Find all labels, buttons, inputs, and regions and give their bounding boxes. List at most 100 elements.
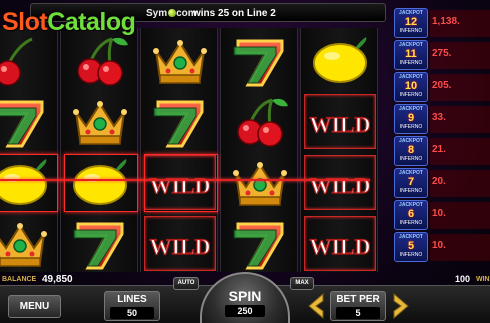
jackpot-number: 6 xyxy=(407,208,415,220)
jackpot-number: 5 xyxy=(407,240,415,252)
jackpot-brand: INFERNO xyxy=(399,156,423,162)
jackpot-brand: INFERNO xyxy=(399,188,423,194)
total-bet-value: 250 xyxy=(225,305,265,317)
jackpot-row: JACKPOT 5 INFERNO 10. xyxy=(392,232,490,263)
jackpot-number: 8 xyxy=(407,144,415,156)
seven-icon xyxy=(233,222,284,269)
cherries-symbol xyxy=(61,30,139,91)
crown-icon xyxy=(153,39,207,84)
reel-5: WILD WILD WILD xyxy=(300,28,378,272)
wild-frame xyxy=(144,216,216,271)
crown-symbol xyxy=(221,152,299,213)
jackpot-badge: JACKPOT 6 INFERNO xyxy=(394,200,428,230)
seven-icon xyxy=(233,39,284,86)
jackpot-badge: JACKPOT 7 INFERNO xyxy=(394,168,428,198)
wild-symbol: WILD xyxy=(301,152,379,213)
seven-symbol xyxy=(61,213,139,274)
win-message: wins 25 on Line 2 xyxy=(193,8,276,19)
jackpot-brand: INFERNO xyxy=(399,220,423,226)
jackpot-number: 9 xyxy=(407,112,415,124)
jackpot-number: 11 xyxy=(405,48,417,60)
jackpot-number: 10 xyxy=(404,80,418,92)
jackpot-row: JACKPOT 9 INFERNO 33. xyxy=(392,104,490,135)
wild-symbol: WILD xyxy=(301,91,379,152)
lemon-symbol xyxy=(301,30,379,91)
jackpot-value: 1,138. xyxy=(432,16,460,27)
lines-label: LINES xyxy=(117,294,147,305)
jackpot-row: JACKPOT 8 INFERNO 21. xyxy=(392,136,490,167)
reels-area: WILD WILD WILD WILD WILD xyxy=(0,28,390,272)
jackpot-value: 205. xyxy=(432,80,452,91)
cherries-symbol xyxy=(221,91,299,152)
jackpot-row: JACKPOT 7 INFERNO 20. xyxy=(392,168,490,199)
wild-frame xyxy=(304,155,376,210)
wild-symbol: WILD xyxy=(301,213,379,274)
win-label: WIN xyxy=(476,276,490,283)
spin-label: SPIN xyxy=(228,288,262,304)
wild-frame xyxy=(304,94,376,149)
cherry-half-symbol xyxy=(0,30,59,91)
lines-value: 50 xyxy=(110,307,154,319)
logo-part-1: Slot xyxy=(2,8,48,36)
jackpot-brand: INFERNO xyxy=(399,92,423,98)
jackpot-number: 7 xyxy=(407,176,415,188)
jackpot-row: JACKPOT 10 INFERNO 205. xyxy=(392,72,490,103)
seven-symbol xyxy=(0,91,59,152)
max-button[interactable]: MAX xyxy=(290,277,314,290)
jackpot-value: 21. xyxy=(432,144,446,155)
win-value: 100 xyxy=(455,274,471,284)
bet-decrease-arrow-icon[interactable] xyxy=(307,293,325,319)
watermark-logo: SlotCatalog xyxy=(2,8,136,37)
win-highlight-box xyxy=(0,154,58,212)
bet-per-label: BET PER xyxy=(336,294,380,305)
jackpot-badge: JACKPOT 9 INFERNO xyxy=(394,104,428,134)
bet-increase-arrow-icon[interactable] xyxy=(392,293,410,319)
jackpot-value: 10. xyxy=(432,240,446,251)
jackpot-value: 20. xyxy=(432,176,446,187)
jackpot-row: JACKPOT 11 INFERNO 275. xyxy=(392,40,490,71)
seven-icon xyxy=(73,222,124,269)
message-symbol-prefix: Sym xyxy=(146,8,168,19)
lemon-icon xyxy=(168,9,177,17)
seven-icon xyxy=(153,100,204,147)
jackpot-value: 10. xyxy=(432,208,446,219)
bet-per-value: 5 xyxy=(336,307,380,319)
reel-2 xyxy=(60,28,138,272)
menu-button[interactable]: MENU xyxy=(8,295,61,318)
auto-button[interactable]: AUTO xyxy=(173,277,199,290)
jackpot-value: 275. xyxy=(432,48,452,59)
reel-3: WILD WILD xyxy=(140,28,218,272)
crown-symbol xyxy=(141,30,219,91)
reel-1 xyxy=(0,28,58,272)
crown-symbol xyxy=(0,213,59,274)
message-symbol: Sym com xyxy=(146,8,197,19)
balance-label: BALANCE xyxy=(2,276,37,283)
jackpot-row: JACKPOT 12 INFERNO 1,138. xyxy=(392,8,490,39)
jackpot-brand: INFERNO xyxy=(399,28,423,34)
jackpot-brand: INFERNO xyxy=(399,60,423,66)
reel-4 xyxy=(220,28,298,272)
crown-icon xyxy=(0,222,47,267)
win-highlight-box xyxy=(144,154,218,212)
jackpot-badge: JACKPOT 5 INFERNO xyxy=(394,232,428,262)
wild-symbol: WILD xyxy=(141,213,219,274)
jackpot-ladder: JACKPOT 12 INFERNO 1,138. JACKPOT 11 INF… xyxy=(392,8,490,270)
seven-icon xyxy=(0,100,44,147)
cherry-half-icon xyxy=(0,37,33,86)
crown-icon xyxy=(73,100,127,145)
jackpot-badge: JACKPOT 10 INFERNO xyxy=(394,72,428,102)
cherries-icon xyxy=(237,98,288,147)
balance-value: 49,850 xyxy=(42,274,73,285)
jackpot-brand: INFERNO xyxy=(399,252,423,258)
slot-game-screen: WILD WILD WILD WILD WILD Sym com wins 25 … xyxy=(0,0,490,323)
spin-button[interactable]: SPIN 250 xyxy=(200,272,290,323)
jackpot-brand: INFERNO xyxy=(399,124,423,130)
wild-frame xyxy=(304,216,376,271)
seven-symbol xyxy=(141,91,219,152)
jackpot-number: 12 xyxy=(404,16,418,28)
bet-per-line-button[interactable]: BET PER 5 xyxy=(330,291,386,321)
lines-button[interactable]: LINES 50 xyxy=(104,291,160,321)
seven-symbol xyxy=(221,213,299,274)
crown-icon xyxy=(233,161,287,206)
lemon-icon xyxy=(313,36,367,83)
